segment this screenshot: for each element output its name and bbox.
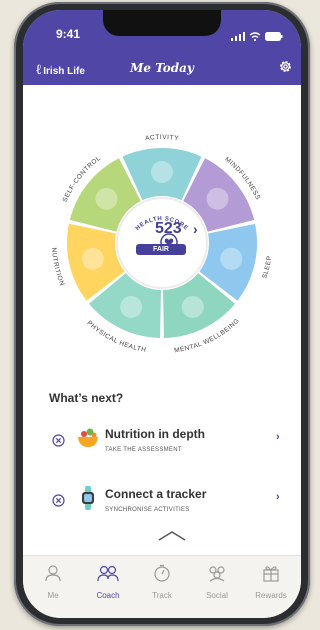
vegetable-bowl-icon (81, 247, 104, 270)
next-item-title: Nutrition in depth (105, 427, 205, 441)
tab-me[interactable]: Me (25, 564, 81, 600)
tab-label: Me (47, 591, 59, 600)
next-item-subtitle: SYNCHRONISE ACTIVITIES (105, 507, 190, 513)
stopwatch-icon (153, 564, 171, 586)
health-wheel: ACTIVITY MINDFULNESS SLEEP MENTAL WELLBEING… (23, 96, 301, 386)
tab-rewards[interactable]: Rewards (243, 564, 299, 600)
body-icon (120, 295, 143, 318)
bed-icon (220, 247, 243, 270)
gear-icon[interactable] (278, 59, 293, 79)
people-icon (97, 565, 119, 586)
next-item-nutrition[interactable]: Nutrition in depth TAKE THE ASSESSMENT › (23, 421, 301, 471)
bottom-tab-bar: Me Coach Track Social Rewards (23, 555, 301, 618)
chevron-right-icon[interactable]: › (193, 221, 198, 237)
next-item-subtitle: TAKE THE ASSESSMENT (105, 447, 182, 453)
gift-icon (262, 566, 280, 586)
battery-icon (265, 28, 283, 46)
signal-icon (231, 28, 245, 46)
wheel-label: ACTIVITY (145, 134, 180, 142)
chevron-up-icon[interactable] (157, 529, 187, 547)
tab-label: Social (206, 591, 228, 600)
app-header: 9:41 ℓ Irish Life Me Today (23, 10, 301, 85)
status-icons (231, 28, 283, 46)
tab-label: Track (152, 591, 172, 600)
group-icon (206, 566, 228, 586)
nutrition-bowl-icon (75, 425, 101, 456)
score-rating-badge: FAIR (136, 244, 186, 255)
next-item-title: Connect a tracker (105, 487, 207, 501)
tab-social[interactable]: Social (189, 564, 245, 600)
head-brain-icon (181, 295, 204, 318)
health-wheel-graphic: ACTIVITYMINDFULNESSSLEEPMENTAL WELLBEING… (50, 134, 273, 354)
next-item-tracker[interactable]: Connect a tracker SYNCHRONISE ACTIVITIES… (23, 481, 301, 531)
tab-label: Rewards (255, 591, 287, 600)
whats-next-heading: What’s next? (49, 391, 124, 405)
tab-coach[interactable]: Coach (80, 564, 136, 600)
status-time: 9:41 (56, 27, 81, 41)
tab-label: Coach (96, 591, 120, 600)
dismiss-icon[interactable] (52, 434, 65, 452)
fitness-tracker-icon (75, 485, 101, 516)
lotus-icon (206, 187, 229, 210)
tab-track[interactable]: Track (134, 564, 190, 600)
wheel-label: SLEEP (261, 255, 273, 279)
running-shoe-icon (151, 161, 173, 183)
chevron-right-icon[interactable]: › (276, 491, 280, 503)
score-center[interactable] (116, 197, 208, 289)
dismiss-icon[interactable] (52, 494, 65, 512)
phone-screen: 9:41 ℓ Irish Life Me Today ACTIVITY MIND… (23, 10, 301, 618)
chevron-right-icon[interactable]: › (276, 431, 280, 443)
page-title: Me Today (130, 61, 194, 75)
bottle-cigarette-icon (95, 187, 118, 210)
wifi-icon (249, 28, 261, 46)
notch (103, 10, 221, 36)
health-score-value[interactable]: 523 (155, 220, 182, 238)
wheel-label: NUTRITION (50, 247, 65, 287)
person-icon (44, 565, 62, 586)
